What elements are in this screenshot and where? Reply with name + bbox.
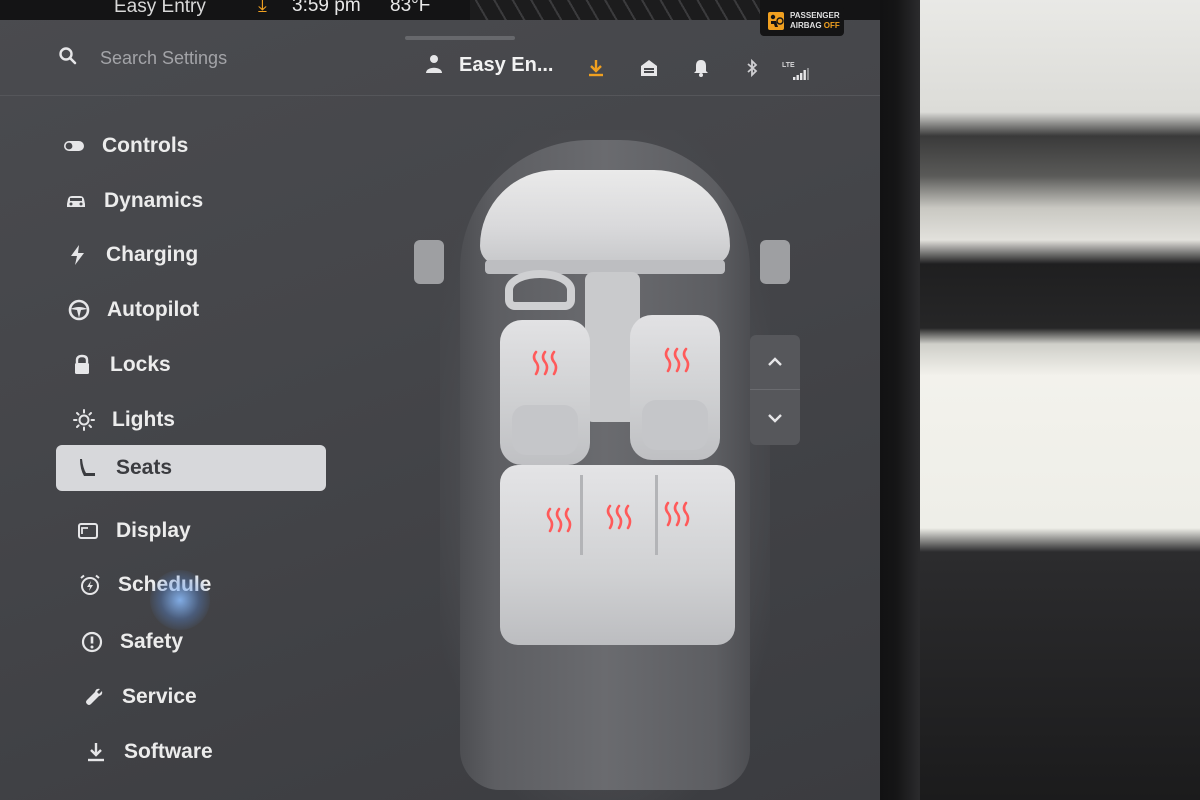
passenger-seat-heater-icon[interactable] — [662, 347, 692, 373]
menu-label: Lights — [112, 408, 175, 431]
seat-position-control — [750, 335, 800, 445]
search-icon[interactable] — [58, 46, 78, 66]
menu-item-dynamics[interactable]: Dynamics — [64, 184, 203, 218]
seat-icon — [80, 459, 95, 476]
lock-icon — [75, 354, 89, 374]
garage-icon[interactable] — [639, 58, 659, 78]
left-mirror — [414, 240, 444, 284]
display-icon — [78, 523, 98, 539]
menu-label: Display — [116, 519, 191, 542]
screen-glare — [150, 570, 210, 630]
steering-wheel-icon — [68, 299, 90, 321]
rear-center-seat-heater-icon[interactable] — [604, 504, 634, 530]
outside-temperature: 83°F — [390, 0, 431, 16]
menu-label: Seats — [116, 456, 173, 479]
steering-wheel — [505, 270, 575, 310]
windshield — [480, 170, 730, 265]
alarm-clock-icon — [80, 574, 100, 595]
bluetooth-icon[interactable] — [742, 58, 762, 78]
download-icon[interactable] — [586, 58, 606, 78]
menu-item-service[interactable]: Service — [82, 680, 197, 714]
rear-left-seat-heater-icon[interactable] — [544, 507, 574, 533]
car-seat-diagram — [410, 110, 800, 800]
bell-icon[interactable] — [691, 58, 711, 78]
menu-item-seats[interactable]: Seats — [56, 445, 326, 491]
menu-item-charging[interactable]: Charging — [66, 238, 198, 272]
wrench-icon — [86, 688, 103, 705]
airbag-label-2: AIRBAG — [790, 21, 822, 30]
menu-item-software[interactable]: Software — [84, 735, 213, 769]
download-icon — [88, 743, 104, 762]
driver-seat-heater-icon[interactable] — [530, 350, 560, 376]
car-interior-background — [880, 0, 1200, 800]
menu-item-display[interactable]: Display — [76, 514, 191, 548]
profile-icon[interactable] — [425, 54, 443, 74]
menu-item-controls[interactable]: Controls — [62, 129, 188, 163]
airbag-icon — [768, 12, 784, 30]
touchscreen: Easy Entry ⤓ 3:59 pm 83°F PASSENGER AIRB… — [0, 0, 880, 800]
passenger-airbag-indicator: PASSENGER AIRBAG OFF — [760, 6, 844, 36]
menu-label: Charging — [106, 243, 199, 266]
chevron-down-icon — [768, 413, 782, 423]
menu-label: Autopilot — [107, 298, 200, 321]
seat-up-button[interactable] — [750, 335, 800, 390]
profile-name[interactable]: Easy En... — [459, 54, 554, 77]
status-profile[interactable]: Easy Entry — [114, 0, 206, 18]
menu-label: Service — [122, 685, 197, 708]
sun-icon — [73, 409, 95, 431]
airbag-state: OFF — [823, 21, 840, 30]
download-icon[interactable]: ⤓ — [258, 0, 267, 17]
toggle-icon — [64, 141, 84, 151]
chevron-up-icon — [768, 357, 782, 366]
menu-label: Controls — [102, 134, 189, 157]
alert-circle-icon — [81, 631, 103, 653]
menu-label: Dynamics — [104, 189, 204, 212]
rear-seat-bench[interactable] — [500, 465, 735, 645]
rear-right-seat-heater-icon[interactable] — [662, 501, 692, 527]
menu-label: Safety — [120, 630, 184, 653]
lte-signal-icon — [793, 68, 809, 80]
menu-item-locks[interactable]: Locks — [70, 348, 171, 382]
menu-item-safety[interactable]: Safety — [80, 625, 183, 659]
seat-down-button[interactable] — [750, 390, 800, 445]
menu-item-autopilot[interactable]: Autopilot — [67, 293, 199, 327]
right-mirror — [760, 240, 790, 284]
clock: 3:59 pm — [292, 0, 361, 16]
menu-label: Locks — [110, 353, 171, 376]
search-input[interactable] — [100, 46, 320, 70]
lightning-icon — [71, 245, 84, 265]
menu-item-lights[interactable]: Lights — [72, 403, 175, 437]
car-icon — [67, 196, 85, 207]
airbag-label-1: PASSENGER — [790, 11, 840, 20]
menu-label: Software — [124, 740, 213, 763]
map-preview — [470, 0, 760, 20]
